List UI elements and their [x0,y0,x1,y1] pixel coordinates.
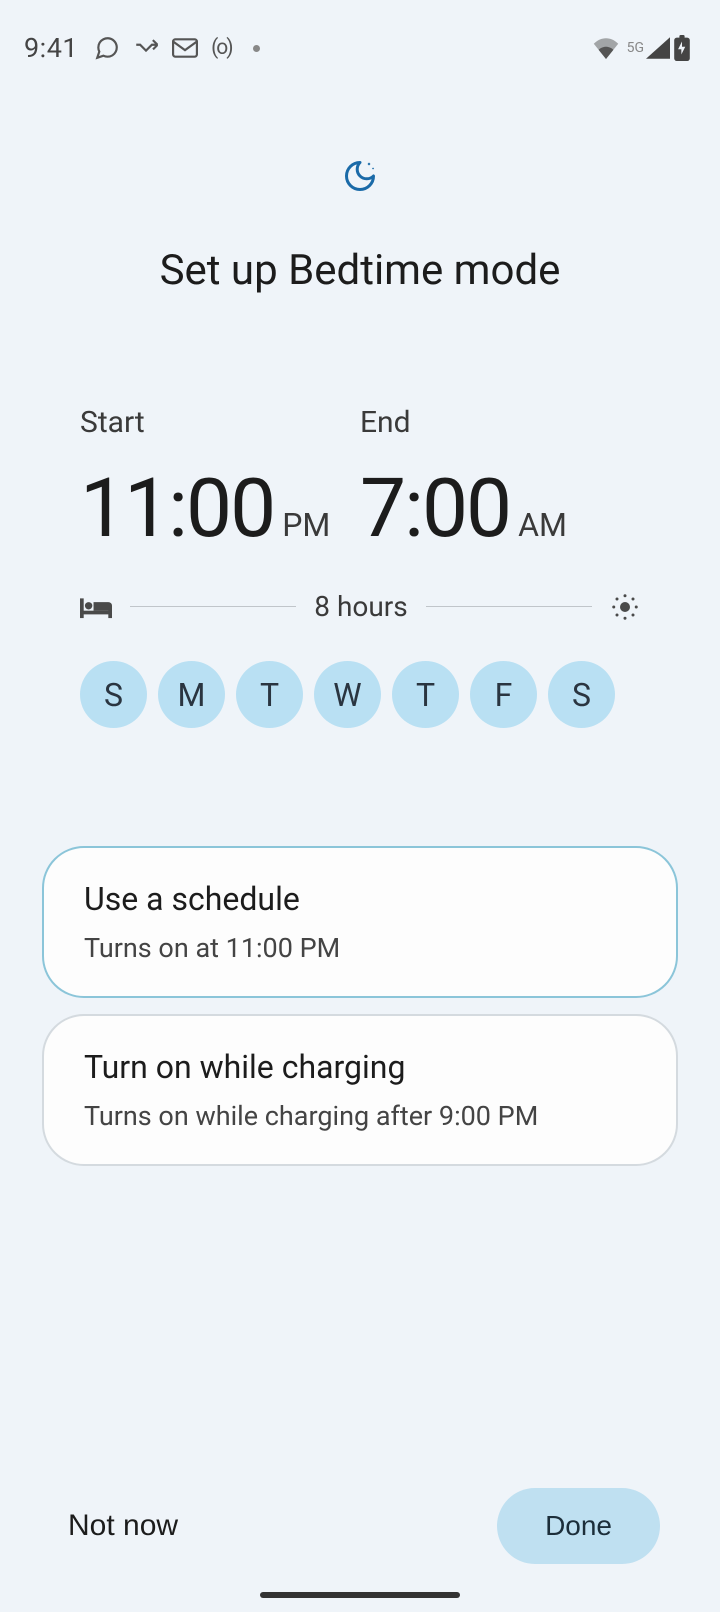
whatsapp-icon [94,35,120,61]
notification-badge: (o) [211,36,231,60]
day-friday[interactable]: F [470,661,537,728]
missed-call-icon [133,38,159,58]
status-left: 9:41 (o) [24,32,260,64]
option-subtitle: Turns on while charging after 9:00 PM [84,1100,636,1132]
option-while-charging[interactable]: Turn on while charging Turns on while ch… [42,1014,678,1166]
time-section: Start 11:00 PM End 7:00 AM [0,405,720,728]
option-use-schedule[interactable]: Use a schedule Turns on at 11:00 PM [42,846,678,998]
option-subtitle: Turns on at 11:00 PM [84,932,636,964]
gmail-icon [172,38,198,58]
wifi-icon [591,37,621,59]
option-title: Use a schedule [84,880,636,918]
nav-handle[interactable] [260,1592,460,1598]
end-label: End [360,405,640,440]
days-row: S M T W T F S [80,661,640,728]
signal-icon [646,37,670,59]
bottom-bar: Not now Done [0,1488,720,1564]
network-type: 5G [627,40,644,56]
more-notifications-icon [253,45,260,52]
start-label: Start [80,405,360,440]
divider [130,606,296,607]
duration-row: 8 hours [80,590,640,623]
start-period: PM [282,506,330,544]
duration-text: 8 hours [314,590,407,623]
not-now-button[interactable]: Not now [68,1509,178,1543]
status-right: 5G [591,35,690,61]
day-wednesday[interactable]: W [314,661,381,728]
status-time: 9:41 [24,32,78,64]
page-title: Set up Bedtime mode [160,246,561,295]
day-saturday[interactable]: S [548,661,615,728]
status-bar: 9:41 (o) 5G [0,0,720,70]
battery-icon [674,35,690,61]
day-monday[interactable]: M [158,661,225,728]
main-content: Set up Bedtime mode Start 11:00 PM End 7… [0,70,720,1166]
end-period: AM [518,506,567,544]
start-time-block[interactable]: Start 11:00 PM [80,405,360,550]
option-title: Turn on while charging [84,1048,636,1086]
start-time: 11:00 [80,468,274,550]
status-icons: (o) [94,35,259,61]
sun-icon [610,592,640,622]
divider [426,606,592,607]
end-time: 7:00 [360,468,510,550]
day-sunday[interactable]: S [80,661,147,728]
day-thursday[interactable]: T [392,661,459,728]
end-time-block[interactable]: End 7:00 AM [360,405,640,550]
options-list: Use a schedule Turns on at 11:00 PM Turn… [0,846,720,1166]
bedtime-moon-icon [342,158,378,194]
done-button[interactable]: Done [497,1488,660,1564]
day-tuesday[interactable]: T [236,661,303,728]
bed-icon [80,595,112,619]
